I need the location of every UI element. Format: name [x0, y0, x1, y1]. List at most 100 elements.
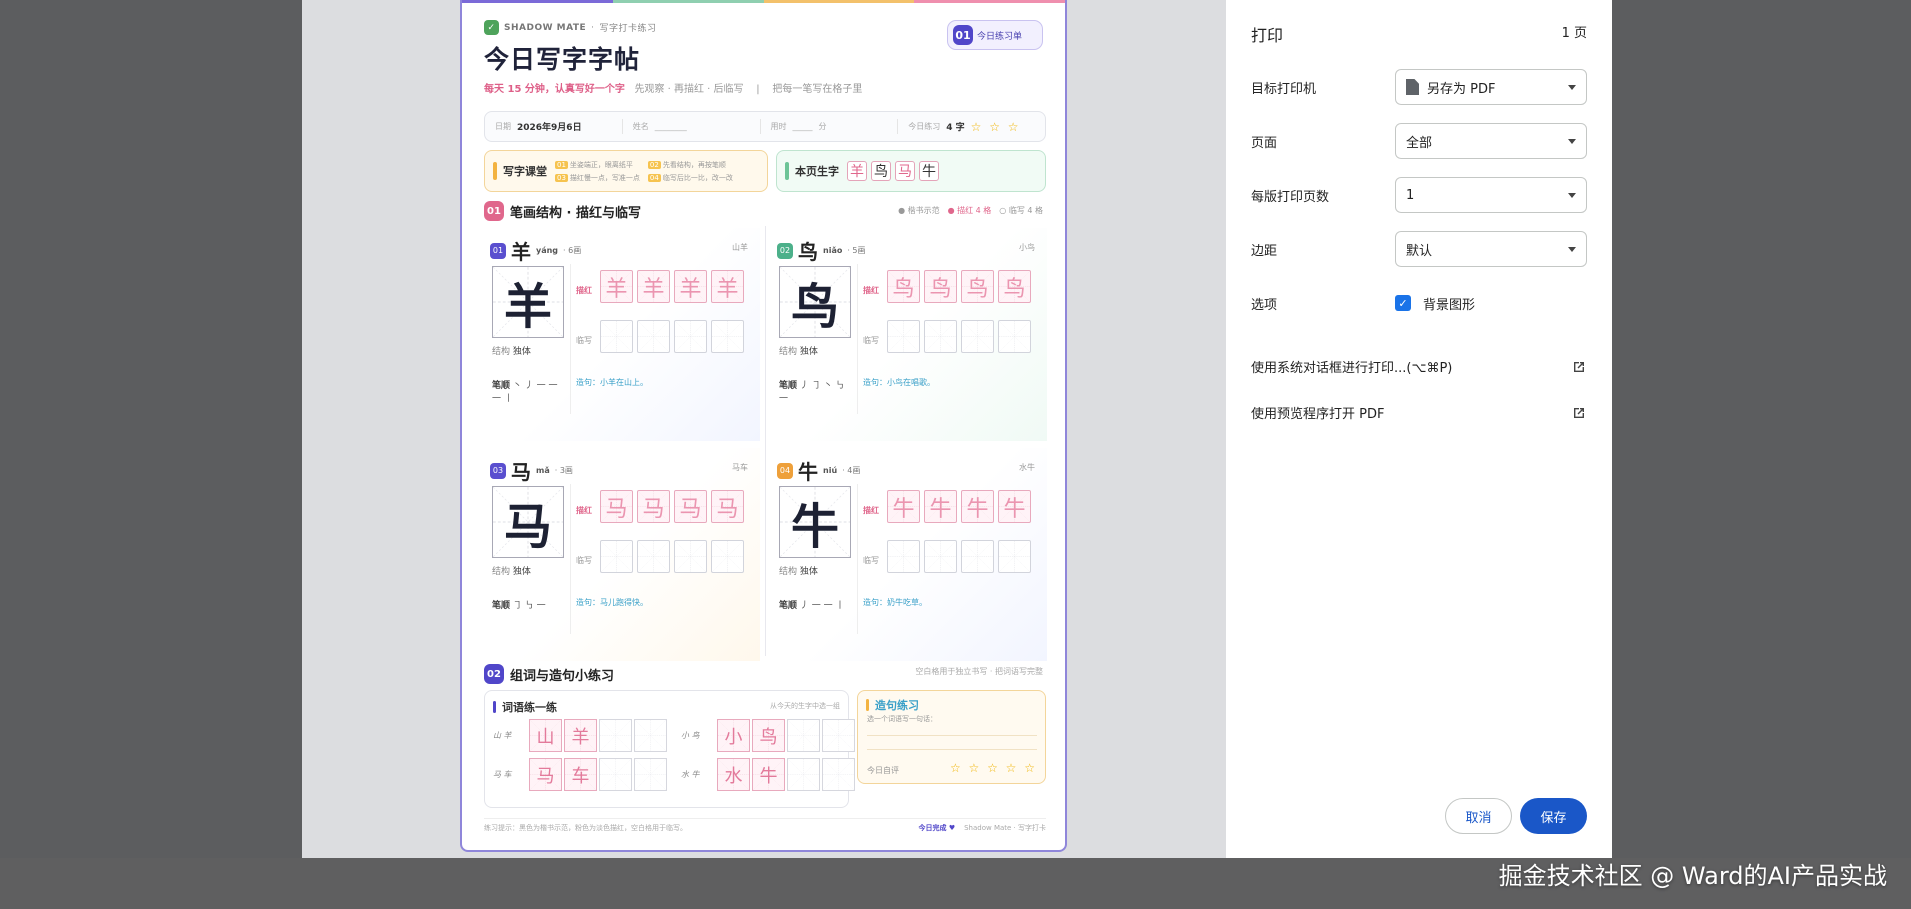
- worksheet-page: ✓ SHADOW MATE · 写字打卡练习 今日写字字帖 每天 15 分钟，认…: [460, 0, 1067, 852]
- word-grid: 山 羊 山羊 小 鸟 小鸟马 车 马车 水 牛 水牛: [493, 719, 855, 791]
- copy-cell: [961, 320, 994, 353]
- writing-line: [867, 735, 1037, 736]
- tagline-note: 把每一笔写在格子里: [772, 84, 863, 95]
- card-pinyin: niǎo: [823, 246, 843, 255]
- stroke-order-label: 笔顺: [492, 601, 511, 611]
- dropdown-caret-icon: [1568, 84, 1576, 90]
- dropdown-caret-icon: [1568, 192, 1576, 198]
- trace-label: 描红: [863, 506, 879, 515]
- copy-cell: [924, 320, 957, 353]
- pages-label: 页面: [1251, 135, 1278, 151]
- page-count: 1 页: [1561, 26, 1587, 41]
- copy-label: 临写: [863, 556, 879, 565]
- structure-label: 结构: [492, 567, 511, 577]
- structure-value: 独体: [799, 567, 818, 577]
- save-button[interactable]: 保存: [1520, 798, 1587, 834]
- card-strokes: · 4画: [842, 466, 861, 475]
- copy-cell: [998, 320, 1031, 353]
- writing-line: [867, 749, 1037, 750]
- trace-char: 羊: [642, 276, 665, 302]
- copy-row: [600, 320, 744, 353]
- footer-done: 今日完成 ♥: [918, 824, 956, 832]
- today-value: 4 字: [946, 123, 965, 133]
- background-graphics-checkbox[interactable]: ✓: [1395, 295, 1411, 311]
- copy-cell: [637, 540, 670, 573]
- open-preview-label: 使用预览程序打开 PDF: [1251, 407, 1385, 422]
- sentence-practice-box: 造句练习 选一个词语写一句话： 今日自评 ☆ ☆ ☆ ☆ ☆: [857, 690, 1046, 784]
- tagline-sep: |: [756, 84, 760, 95]
- footer-brand: Shadow Mate · 写字打卡: [964, 824, 1046, 832]
- stroke-order-label: 笔顺: [492, 381, 511, 391]
- word-trace-cell: 牛: [752, 758, 785, 791]
- copy-label: 临写: [863, 336, 879, 345]
- word-practice-title-text: 词语练一练: [502, 701, 557, 714]
- card-char: 马: [511, 460, 531, 484]
- word-practice-bar: [493, 701, 496, 713]
- card-stroke-order: 笔顺 丿 一 一 丨: [779, 598, 851, 611]
- word-copy-cell: [634, 719, 667, 752]
- worksheet-title: 今日写字字帖: [484, 45, 641, 74]
- trace-label: 描红: [576, 286, 592, 295]
- trace-cell: 马: [711, 490, 744, 523]
- word-group: 水 牛 水牛: [681, 758, 855, 791]
- today-cell: 今日练习 4 字 ☆ ☆ ☆: [898, 119, 1035, 134]
- open-preview-link[interactable]: 使用预览程序打开 PDF: [1251, 403, 1587, 422]
- time-unit: 分: [818, 122, 827, 131]
- structure-value: 独体: [512, 567, 531, 577]
- self-rating-label: 今日自评: [867, 766, 899, 775]
- margin-select[interactable]: 默认: [1395, 231, 1587, 267]
- trace-row: 马马马马: [600, 490, 744, 523]
- tagline-steps: 先观察 · 再描红 · 后临写: [634, 84, 744, 95]
- sentence-text: 马儿跑得快。: [600, 598, 648, 607]
- margin-row: 边距 默认: [1251, 231, 1587, 267]
- stroke-order-label: 笔顺: [779, 601, 798, 611]
- background-graphics-label[interactable]: 背景图形: [1423, 294, 1475, 313]
- dropdown-caret-icon: [1568, 246, 1576, 252]
- printer-value: 另存为 PDF: [1427, 81, 1496, 97]
- cancel-button[interactable]: 取消: [1445, 798, 1512, 834]
- sentence-practice-title-text: 造句练习: [875, 699, 919, 712]
- trace-cell: 鸟: [887, 270, 920, 303]
- word-group: 小 鸟 小鸟: [681, 719, 855, 752]
- card-pinyin: mǎ: [536, 466, 550, 475]
- word-trace-cell: 山: [529, 719, 562, 752]
- card-strokes: · 6画: [563, 246, 582, 255]
- new-char: 马: [895, 161, 915, 181]
- word-trace-cell: 马: [529, 758, 562, 791]
- word-trace-char: 牛: [759, 765, 778, 787]
- stroke-order-value: 丿 一 一 丨: [799, 601, 845, 611]
- tip-item: 03 描红慢一点，写准一点: [555, 173, 640, 183]
- today-stars: ☆ ☆ ☆: [970, 119, 1021, 134]
- copy-cell: [961, 540, 994, 573]
- trace-char: 羊: [679, 276, 702, 302]
- system-dialog-link[interactable]: 使用系统对话框进行打印...(⌥⌘P): [1251, 357, 1587, 376]
- trace-char: 鸟: [966, 276, 989, 302]
- trace-cell: 马: [637, 490, 670, 523]
- trace-cell: 马: [600, 490, 633, 523]
- trace-char: 牛: [1003, 496, 1026, 522]
- copy-row: [600, 540, 744, 573]
- checkin-logo-icon: ✓: [484, 20, 499, 35]
- sentence-label: 造句：: [863, 378, 887, 387]
- pages-select[interactable]: 全部: [1395, 123, 1587, 159]
- options-label: 选项: [1251, 297, 1278, 313]
- card-header: 01 羊 yáng · 6画: [490, 236, 581, 265]
- classroom-box: 写字课堂 01 坐姿端正，眼离纸平 02 先看结构，再按笔顺 03 描红慢一点，写准一…: [484, 150, 768, 192]
- trace-char: 马: [605, 496, 628, 522]
- name-label: 姓名: [632, 122, 649, 131]
- demo-char: 牛: [790, 499, 839, 555]
- character-card: 03 马 mǎ · 3画 马车马结构 独体 笔顺 ㇆ ㇉ 一描红 临写马马马马造句：马儿跑得…: [484, 448, 760, 661]
- word-label: 小 鸟: [681, 731, 700, 740]
- card-meaning: 水牛: [1019, 463, 1035, 472]
- card-stroke-order: 笔顺 丶 丿 一 一 一 丨: [492, 378, 564, 404]
- trace-cell: 羊: [674, 270, 707, 303]
- trace-char: 马: [642, 496, 665, 522]
- card-char: 牛: [798, 460, 818, 484]
- printer-select[interactable]: 另存为 PDF: [1395, 69, 1587, 105]
- self-rating-stars: ☆ ☆ ☆ ☆ ☆: [949, 761, 1037, 775]
- copy-row: [887, 540, 1031, 573]
- trace-char: 牛: [929, 496, 952, 522]
- margin-value: 默认: [1406, 243, 1433, 259]
- trace-label: 描红: [863, 286, 879, 295]
- per-sheet-select[interactable]: 1: [1395, 177, 1587, 213]
